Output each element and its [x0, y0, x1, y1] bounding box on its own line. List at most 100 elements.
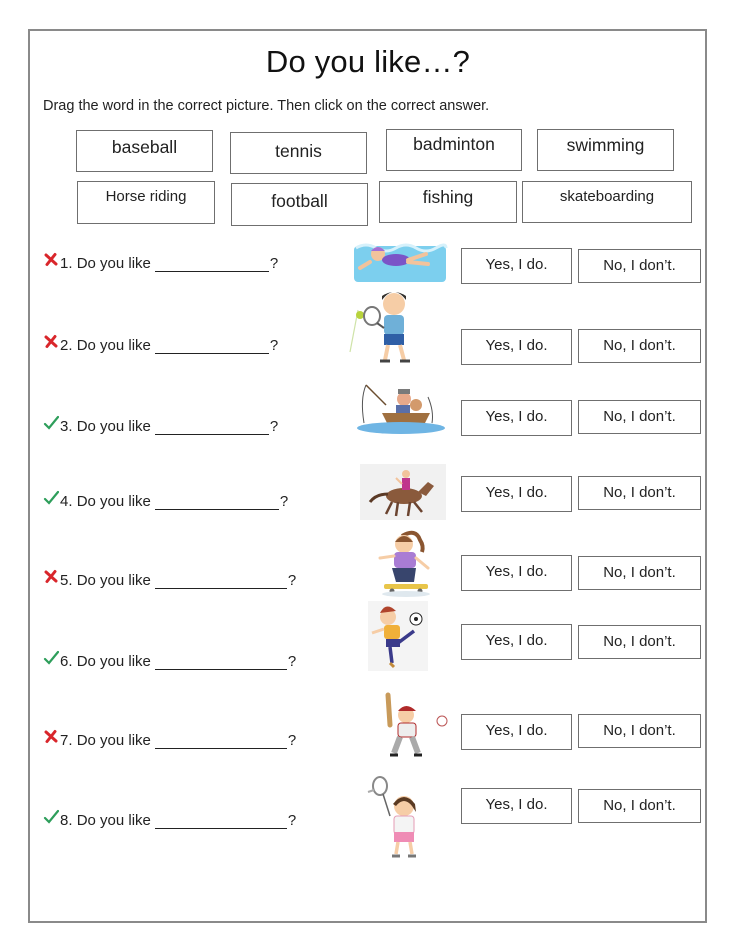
yes-button-q2[interactable]: Yes, I do. — [461, 329, 572, 365]
yes-button-q3[interactable]: Yes, I do. — [461, 400, 572, 436]
skateboarding-picture[interactable] — [376, 528, 432, 598]
no-label: No, I don’t. — [603, 797, 676, 814]
question-mark: ? — [269, 337, 279, 354]
answer-drop-blank[interactable] — [154, 574, 287, 589]
question-number: 8. — [60, 812, 73, 829]
question-4: 4. Do you like ? — [43, 490, 289, 510]
yes-button-q1[interactable]: Yes, I do. — [461, 248, 572, 284]
word-label: fishing — [422, 187, 474, 207]
yes-label: Yes, I do. — [485, 563, 548, 580]
no-button-q4[interactable]: No, I don’t. — [578, 476, 701, 510]
football-picture[interactable] — [368, 601, 428, 671]
word-label: skateboarding — [559, 188, 655, 205]
no-label: No, I don’t. — [603, 257, 676, 274]
instruction-text: Drag the word in the correct picture. Th… — [43, 98, 490, 114]
question-8: 8. Do you like ? — [43, 809, 297, 829]
question-text: Do you like — [76, 418, 151, 435]
no-label: No, I don’t. — [603, 484, 676, 501]
word-tile-horse-riding[interactable]: Horse riding — [77, 181, 215, 224]
correct-checkmark-icon — [43, 415, 59, 430]
yes-button-q6[interactable]: Yes, I do. — [461, 624, 572, 660]
yes-label: Yes, I do. — [485, 796, 548, 813]
question-mark: ? — [287, 572, 297, 589]
horse-riding-picture[interactable] — [360, 464, 446, 520]
no-button-q2[interactable]: No, I don’t. — [578, 329, 701, 363]
yes-label: Yes, I do. — [485, 337, 548, 354]
fishing-picture[interactable] — [356, 383, 446, 435]
question-number: 1. — [60, 255, 73, 272]
question-5: 5. Do you like ? — [43, 570, 297, 589]
question-text: Do you like — [76, 812, 151, 829]
question-mark: ? — [287, 812, 297, 829]
no-button-q1[interactable]: No, I don’t. — [578, 249, 701, 283]
answer-drop-blank[interactable] — [154, 495, 279, 510]
correct-checkmark-icon — [43, 650, 59, 665]
question-text: Do you like — [76, 493, 151, 510]
answer-drop-blank[interactable] — [154, 420, 269, 435]
word-tile-fishing[interactable]: fishing — [379, 181, 517, 223]
yes-label: Yes, I do. — [485, 722, 548, 739]
question-number: 4. — [60, 493, 73, 510]
incorrect-icon — [44, 253, 58, 266]
word-label: swimming — [566, 135, 645, 155]
yes-label: Yes, I do. — [485, 256, 548, 273]
word-label: baseball — [111, 137, 178, 157]
question-mark: ? — [287, 732, 297, 749]
question-number: 3. — [60, 418, 73, 435]
yes-button-q5[interactable]: Yes, I do. — [461, 555, 572, 591]
baseball-picture[interactable] — [378, 691, 450, 763]
question-6: 6. Do you like ? — [43, 650, 296, 670]
question-text: Do you like — [76, 732, 151, 749]
question-mark: ? — [269, 418, 279, 435]
no-button-q7[interactable]: No, I don’t. — [578, 714, 701, 748]
question-1: 1. Do you like ? — [43, 253, 279, 272]
answer-drop-blank[interactable] — [154, 655, 287, 670]
word-label: tennis — [275, 141, 322, 161]
incorrect-icon — [44, 730, 58, 743]
word-tile-tennis[interactable]: tennis — [230, 132, 367, 174]
question-number: 7. — [60, 732, 73, 749]
yes-label: Yes, I do. — [485, 408, 548, 425]
question-7: 7. Do you like ? — [43, 730, 297, 749]
yes-button-q4[interactable]: Yes, I do. — [461, 476, 572, 512]
yes-button-q7[interactable]: Yes, I do. — [461, 714, 572, 750]
question-2: 2. Do you like ? — [43, 335, 279, 354]
yes-label: Yes, I do. — [485, 632, 548, 649]
word-tile-baseball[interactable]: baseball — [76, 130, 213, 172]
no-button-q3[interactable]: No, I don’t. — [578, 400, 701, 434]
question-text: Do you like — [76, 337, 151, 354]
word-tile-football[interactable]: football — [231, 183, 368, 226]
word-label: Horse riding — [105, 188, 187, 205]
correct-checkmark-icon — [43, 490, 59, 505]
word-tile-skateboarding[interactable]: skateboarding — [522, 181, 692, 223]
no-button-q5[interactable]: No, I don’t. — [578, 556, 701, 590]
answer-drop-blank[interactable] — [154, 257, 269, 272]
no-button-q6[interactable]: No, I don’t. — [578, 625, 701, 659]
answer-drop-blank[interactable] — [154, 339, 269, 354]
question-mark: ? — [269, 255, 279, 272]
question-number: 6. — [60, 653, 73, 670]
no-label: No, I don’t. — [603, 408, 676, 425]
swimming-picture[interactable] — [352, 238, 448, 284]
question-number: 5. — [60, 572, 73, 589]
no-label: No, I don’t. — [603, 633, 676, 650]
page-title: Do you like…? — [265, 44, 471, 79]
answer-drop-blank[interactable] — [154, 814, 287, 829]
correct-checkmark-icon — [43, 809, 59, 824]
word-label: football — [271, 191, 328, 211]
no-label: No, I don’t. — [603, 564, 676, 581]
question-mark: ? — [279, 493, 289, 510]
badminton-picture[interactable] — [366, 776, 430, 860]
question-number: 2. — [60, 337, 73, 354]
incorrect-icon — [44, 570, 58, 583]
yes-button-q8[interactable]: Yes, I do. — [461, 788, 572, 824]
yes-label: Yes, I do. — [485, 484, 548, 501]
question-text: Do you like — [76, 572, 151, 589]
incorrect-icon — [44, 335, 58, 348]
answer-drop-blank[interactable] — [154, 734, 287, 749]
word-tile-badminton[interactable]: badminton — [386, 129, 522, 171]
word-tile-swimming[interactable]: swimming — [537, 129, 674, 171]
no-button-q8[interactable]: No, I don’t. — [578, 789, 701, 823]
question-3: 3. Do you like ? — [43, 415, 279, 435]
tennis-picture[interactable] — [344, 284, 416, 364]
